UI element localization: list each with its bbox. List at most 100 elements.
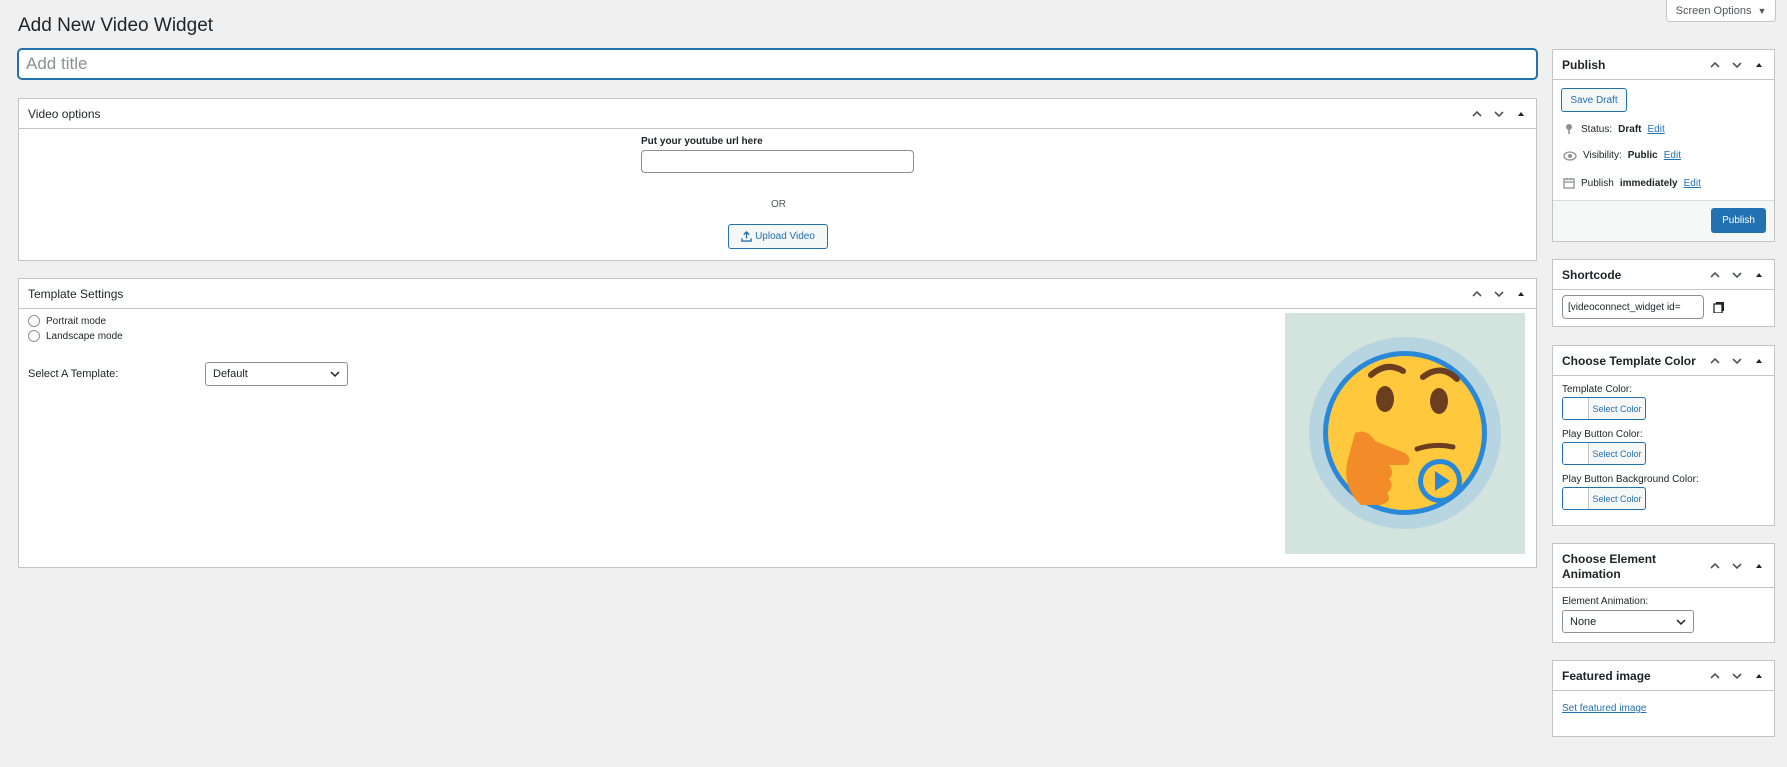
color-swatch xyxy=(1563,443,1589,464)
copy-icon[interactable] xyxy=(1713,301,1725,313)
template-settings-box: Template Settings Portrait mode Landscap… xyxy=(18,278,1537,568)
template-select[interactable]: Default xyxy=(205,362,348,386)
move-up-icon[interactable] xyxy=(1468,285,1486,303)
status-row: Status: Draft Edit xyxy=(1563,123,1665,135)
shortcode-value: [videoconnect_widget id= xyxy=(1568,301,1681,313)
video-options-title: Video options xyxy=(28,106,101,121)
move-up-icon[interactable] xyxy=(1706,56,1724,74)
edit-status-link[interactable]: Edit xyxy=(1647,124,1664,135)
template-preview-image xyxy=(1285,313,1525,554)
portrait-mode-option[interactable]: Portrait mode xyxy=(28,315,106,327)
video-options-header: Video options xyxy=(19,99,1536,129)
status-label: Status: xyxy=(1581,123,1613,135)
portrait-label: Portrait mode xyxy=(46,315,107,327)
toggle-panel-icon[interactable] xyxy=(1750,266,1768,284)
save-draft-button[interactable]: Save Draft xyxy=(1561,88,1627,112)
template-color-title: Choose Template Color xyxy=(1562,353,1696,368)
select-color-label: Select Color xyxy=(1592,493,1642,504)
set-featured-image-link[interactable]: Set featured image xyxy=(1562,703,1647,714)
move-up-icon[interactable] xyxy=(1706,667,1724,685)
toggle-panel-icon[interactable] xyxy=(1512,105,1530,123)
publish-box: Publish Save Draft Status: Draft Edit Vi… xyxy=(1552,49,1775,242)
publish-actions: Publish xyxy=(1553,200,1774,241)
toggle-panel-icon[interactable] xyxy=(1750,56,1768,74)
toggle-panel-icon[interactable] xyxy=(1750,667,1768,685)
publish-button[interactable]: Publish xyxy=(1711,208,1766,233)
edit-visibility-link[interactable]: Edit xyxy=(1664,150,1681,161)
title-input[interactable] xyxy=(18,49,1537,79)
template-settings-header: Template Settings xyxy=(19,279,1536,309)
color-swatch xyxy=(1563,488,1589,509)
move-up-icon[interactable] xyxy=(1468,105,1486,123)
visibility-row: Visibility: Public Edit xyxy=(1563,150,1681,161)
move-up-icon[interactable] xyxy=(1706,352,1724,370)
video-options-box: Video options Put your youtube url here … xyxy=(18,98,1537,261)
move-down-icon[interactable] xyxy=(1728,557,1746,575)
publish-date-value: immediately xyxy=(1619,177,1678,189)
edit-date-link[interactable]: Edit xyxy=(1684,178,1701,189)
status-value: Draft xyxy=(1618,123,1642,135)
template-color-label: Template Color: xyxy=(1562,384,1633,395)
publish-title: Publish xyxy=(1562,57,1606,72)
featured-image-header: Featured image xyxy=(1553,661,1774,691)
play-button-color-picker[interactable]: Select Color xyxy=(1562,442,1646,465)
youtube-url-label: Put your youtube url here xyxy=(641,136,763,147)
caret-down-icon: ▼ xyxy=(1757,5,1767,16)
screen-options-label: Screen Options xyxy=(1675,4,1752,17)
move-up-icon[interactable] xyxy=(1706,266,1724,284)
publish-date-row: Publish immediately Edit xyxy=(1563,177,1701,189)
select-color-label: Select Color xyxy=(1592,403,1642,414)
move-down-icon[interactable] xyxy=(1728,56,1746,74)
chevron-down-icon xyxy=(330,371,340,378)
move-down-icon[interactable] xyxy=(1728,266,1746,284)
template-color-box: Choose Template Color Template Color: Se… xyxy=(1552,345,1775,526)
play-button-bg-color-picker[interactable]: Select Color xyxy=(1562,487,1646,510)
move-up-icon[interactable] xyxy=(1706,557,1724,575)
upload-video-button[interactable]: Upload Video xyxy=(728,224,828,249)
element-animation-box: Choose Element Animation Element Animati… xyxy=(1552,543,1775,643)
toggle-panel-icon[interactable] xyxy=(1512,285,1530,303)
move-down-icon[interactable] xyxy=(1490,285,1508,303)
landscape-mode-option[interactable]: Landscape mode xyxy=(28,330,123,342)
move-down-icon[interactable] xyxy=(1490,105,1508,123)
element-animation-header: Choose Element Animation xyxy=(1553,544,1774,588)
shortcode-header: Shortcode xyxy=(1553,260,1774,290)
upload-video-label: Upload Video xyxy=(755,231,815,242)
portrait-radio[interactable] xyxy=(28,315,40,327)
element-animation-value: None xyxy=(1570,615,1597,628)
play-button-color-label: Play Button Color: xyxy=(1562,429,1643,440)
or-text: OR xyxy=(771,199,786,210)
visibility-value: Public xyxy=(1627,150,1658,161)
eye-icon xyxy=(1563,150,1577,161)
calendar-icon xyxy=(1563,178,1575,189)
upload-icon xyxy=(741,231,752,242)
screen-options-button[interactable]: Screen Options ▼ xyxy=(1666,0,1776,22)
toggle-panel-icon[interactable] xyxy=(1750,557,1768,575)
element-animation-select[interactable]: None xyxy=(1562,610,1694,633)
pin-icon xyxy=(1566,124,1572,134)
page-title: Add New Video Widget xyxy=(18,15,214,36)
shortcode-box: Shortcode [videoconnect_widget id= xyxy=(1552,259,1775,327)
select-template-label: Select A Template: xyxy=(28,368,119,380)
youtube-url-input[interactable] xyxy=(641,150,914,173)
featured-image-title: Featured image xyxy=(1562,668,1651,683)
featured-image-box: Featured image Set featured image xyxy=(1552,660,1775,737)
publish-date-label: Publish xyxy=(1581,177,1614,189)
chevron-down-icon xyxy=(1676,618,1686,625)
template-select-value: Default xyxy=(213,368,248,380)
move-down-icon[interactable] xyxy=(1728,352,1746,370)
shortcode-field[interactable]: [videoconnect_widget id= xyxy=(1562,295,1704,319)
toggle-panel-icon[interactable] xyxy=(1750,352,1768,370)
landscape-label: Landscape mode xyxy=(46,330,123,342)
shortcode-title: Shortcode xyxy=(1562,267,1622,282)
landscape-radio[interactable] xyxy=(28,330,40,342)
visibility-label: Visibility: xyxy=(1583,150,1622,161)
template-color-header: Choose Template Color xyxy=(1553,346,1774,376)
template-color-picker[interactable]: Select Color xyxy=(1562,397,1646,420)
publish-header: Publish xyxy=(1553,50,1774,80)
move-down-icon[interactable] xyxy=(1728,667,1746,685)
play-button-bg-color-label: Play Button Background Color: xyxy=(1562,474,1699,485)
select-color-label: Select Color xyxy=(1592,448,1642,459)
color-swatch xyxy=(1563,398,1589,419)
template-settings-title: Template Settings xyxy=(28,286,124,301)
